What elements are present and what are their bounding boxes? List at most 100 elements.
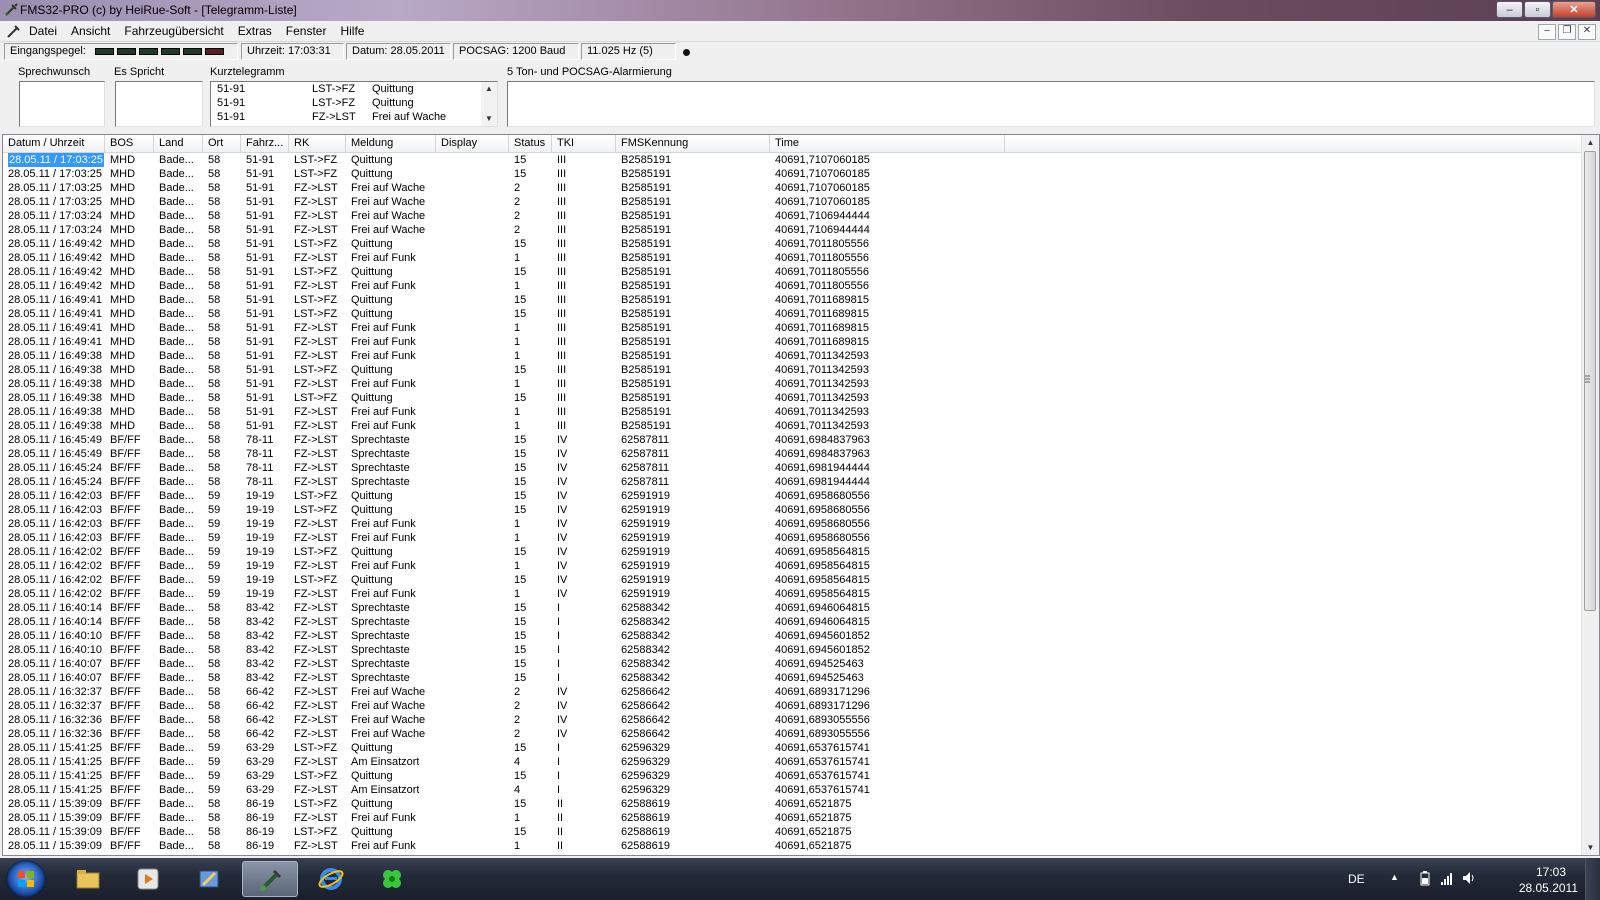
table-row[interactable]: 28.05.11 / 15:41:25 BF/FF Bade... 59 63-29 LS…	[3, 741, 1583, 755]
menu-item-1[interactable]: Ansicht	[64, 24, 117, 39]
column-header-7[interactable]: Display	[436, 135, 509, 152]
table-row[interactable]: 28.05.11 / 16:32:36 BF/FF Bade... 58 66-42 FZ…	[3, 713, 1583, 727]
table-row[interactable]: 28.05.11 / 17:03:25 MHD Bade... 58 51-91 FZ->…	[3, 181, 1583, 195]
mdi-document-icon[interactable]	[6, 24, 21, 39]
battery-icon[interactable]	[1418, 870, 1432, 886]
table-row[interactable]: 28.05.11 / 16:40:07 BF/FF Bade... 58 83-42 FZ…	[3, 657, 1583, 671]
menu-item-3[interactable]: Extras	[231, 24, 279, 39]
table-row[interactable]: 28.05.11 / 16:45:49 BF/FF Bade... 58 78-11 FZ…	[3, 433, 1583, 447]
table-row[interactable]: 28.05.11 / 15:39:09 BF/FF Bade... 58 86-19 FZ…	[3, 811, 1583, 825]
table-row[interactable]: 28.05.11 / 15:39:09 BF/FF Bade... 58 86-19 LS…	[3, 797, 1583, 811]
table-row[interactable]: 28.05.11 / 16:49:42 MHD Bade... 58 51-91 LST-…	[3, 265, 1583, 279]
table-row[interactable]: 28.05.11 / 16:49:38 MHD Bade... 58 51-91 FZ->…	[3, 377, 1583, 391]
column-header-10[interactable]: FMSKennung	[616, 135, 770, 152]
network-signal-icon[interactable]	[1440, 870, 1454, 886]
table-row[interactable]: 28.05.11 / 16:40:10 BF/FF Bade... 58 83-42 FZ…	[3, 643, 1583, 657]
kurztelegramm-list[interactable]: 51-91 LST->FZ Quittung 51-91 LST->FZ Quittung…	[210, 81, 498, 127]
table-row[interactable]: 28.05.11 / 17:03:25 MHD Bade... 58 51-91 LST-…	[3, 167, 1583, 181]
table-row[interactable]: 28.05.11 / 16:49:41 MHD Bade... 58 51-91 FZ->…	[3, 321, 1583, 335]
show-hidden-icons-icon[interactable]: ▲	[1390, 872, 1399, 882]
table-row[interactable]: 28.05.11 / 16:42:03 BF/FF Bade... 59 19-19 LS…	[3, 489, 1583, 503]
table-row[interactable]: 28.05.11 / 15:39:09 BF/FF Bade... 58 86-19 FZ…	[3, 839, 1583, 853]
table-row[interactable]: 28.05.11 / 16:40:10 BF/FF Bade... 58 83-42 FZ…	[3, 629, 1583, 643]
table-row[interactable]: 28.05.11 / 16:45:24 BF/FF Bade... 58 78-11 FZ…	[3, 461, 1583, 475]
column-header-4[interactable]: Fahrz...	[241, 135, 289, 152]
table-row[interactable]: 28.05.11 / 15:41:25 BF/FF Bade... 59 63-29 FZ…	[3, 783, 1583, 797]
scroll-down-icon[interactable]: ▼	[481, 112, 497, 126]
table-row[interactable]: 28.05.11 / 16:42:03 BF/FF Bade... 59 19-19 FZ…	[3, 517, 1583, 531]
scroll-up-icon[interactable]: ▲	[1582, 135, 1599, 150]
column-header-6[interactable]: Meldung	[346, 135, 436, 152]
table-row[interactable]: 28.05.11 / 17:03:24 MHD Bade... 58 51-91 FZ->…	[3, 223, 1583, 237]
column-header-5[interactable]: RK	[289, 135, 346, 152]
taskbar-explorer[interactable]	[60, 861, 116, 897]
table-row[interactable]: 28.05.11 / 16:42:02 BF/FF Bade... 59 19-19 FZ…	[3, 587, 1583, 601]
taskbar-clover-app[interactable]	[364, 861, 420, 897]
table-row[interactable]: 28.05.11 / 16:42:03 BF/FF Bade... 59 19-19 FZ…	[3, 531, 1583, 545]
table-row[interactable]: 28.05.11 / 16:40:07 BF/FF Bade... 58 83-42 FZ…	[3, 671, 1583, 685]
menu-item-0[interactable]: Datei	[22, 24, 64, 39]
start-button[interactable]	[6, 860, 46, 898]
table-row[interactable]: 28.05.11 / 16:49:41 MHD Bade... 58 51-91 FZ->…	[3, 335, 1583, 349]
scroll-up-icon[interactable]: ▲	[481, 82, 497, 96]
list-scrollbar[interactable]: ▲ ═ ═ ═ ▼	[1581, 135, 1599, 855]
mdi-close-button[interactable]: ✕	[1578, 24, 1596, 40]
es-spricht-box[interactable]	[115, 81, 203, 127]
table-row[interactable]: 28.05.11 / 16:49:42 MHD Bade... 58 51-91 FZ->…	[3, 251, 1583, 265]
table-row[interactable]: 28.05.11 / 16:42:02 BF/FF Bade... 59 19-19 LS…	[3, 545, 1583, 559]
menu-item-5[interactable]: Hilfe	[333, 24, 371, 39]
table-row[interactable]: 28.05.11 / 16:42:02 BF/FF Bade... 59 19-19 FZ…	[3, 559, 1583, 573]
table-row[interactable]: 28.05.11 / 17:03:24 MHD Bade... 58 51-91 FZ->…	[3, 209, 1583, 223]
table-row[interactable]: 28.05.11 / 16:40:14 BF/FF Bade... 58 83-42 FZ…	[3, 615, 1583, 629]
table-row[interactable]: 28.05.11 / 16:49:38 MHD Bade... 58 51-91 LST-…	[3, 391, 1583, 405]
column-header-2[interactable]: Land	[154, 135, 203, 152]
table-row[interactable]: 28.05.11 / 16:42:02 BF/FF Bade... 59 19-19 LS…	[3, 573, 1583, 587]
table-row[interactable]: 28.05.11 / 17:03:25 MHD Bade... 58 51-91 FZ->…	[3, 195, 1583, 209]
show-desktop-button[interactable]	[1585, 858, 1600, 900]
table-row[interactable]: 28.05.11 / 16:49:38 MHD Bade... 58 51-91 FZ->…	[3, 349, 1583, 363]
mdi-restore-button[interactable]: ❐	[1558, 24, 1576, 40]
alarmierung-box[interactable]	[507, 81, 1595, 127]
taskbar-internet-explorer[interactable]	[303, 861, 359, 897]
language-indicator[interactable]: DE	[1348, 872, 1365, 886]
menu-item-2[interactable]: Fahrzeugübersicht	[117, 24, 230, 39]
column-header-0[interactable]: Datum / Uhrzeit	[3, 135, 105, 152]
table-row[interactable]: 28.05.11 / 16:42:03 BF/FF Bade... 59 19-19 LS…	[3, 503, 1583, 517]
scroll-down-icon[interactable]: ▼	[1582, 840, 1599, 855]
column-header-11[interactable]: Time	[770, 135, 1005, 152]
table-row[interactable]: 28.05.11 / 15:41:25 BF/FF Bade... 59 63-29 LS…	[3, 769, 1583, 783]
table-row[interactable]: 28.05.11 / 16:49:38 MHD Bade... 58 51-91 FZ->…	[3, 419, 1583, 433]
table-row[interactable]: 28.05.11 / 16:40:14 BF/FF Bade... 58 83-42 FZ…	[3, 601, 1583, 615]
taskbar-media-player[interactable]	[120, 861, 176, 897]
table-row[interactable]: 28.05.11 / 16:49:38 MHD Bade... 58 51-91 LST-…	[3, 363, 1583, 377]
kurztelegramm-scrollbar[interactable]: ▲ ▼	[481, 82, 497, 126]
title-bar[interactable]: FMS32-PRO (c) by HeiRue-Soft - [Telegram…	[0, 0, 1600, 21]
column-header-8[interactable]: Status	[509, 135, 552, 152]
sprechwunsch-box[interactable]	[19, 81, 105, 127]
telegramm-list[interactable]: Datum / Uhrzeit BOS Land Ort Fahrz... RK Meldu…	[2, 134, 1600, 856]
table-row[interactable]: 28.05.11 / 16:32:37 BF/FF Bade... 58 66-42 FZ…	[3, 685, 1583, 699]
close-button[interactable]: ✕	[1552, 1, 1596, 18]
table-row[interactable]: 28.05.11 / 16:32:37 BF/FF Bade... 58 66-42 FZ…	[3, 699, 1583, 713]
table-row[interactable]: 28.05.11 / 16:49:38 MHD Bade... 58 51-91 FZ->…	[3, 405, 1583, 419]
clock-date[interactable]: 28.05.2011	[1519, 881, 1578, 895]
table-row[interactable]: 28.05.11 / 15:39:09 BF/FF Bade... 58 86-19 LS…	[3, 825, 1583, 839]
menu-item-4[interactable]: Fenster	[279, 24, 334, 39]
table-row[interactable]: 28.05.11 / 16:32:36 BF/FF Bade... 58 66-42 FZ…	[3, 727, 1583, 741]
table-row[interactable]: 28.05.11 / 16:45:49 BF/FF Bade... 58 78-11 FZ…	[3, 447, 1583, 461]
table-row[interactable]: 28.05.11 / 16:49:42 MHD Bade... 58 51-91 LST-…	[3, 237, 1583, 251]
minimize-button[interactable]: –	[1496, 1, 1523, 18]
taskbar-fms32-pro[interactable]	[242, 861, 298, 897]
table-row[interactable]: 28.05.11 / 16:49:41 MHD Bade... 58 51-91 LST-…	[3, 307, 1583, 321]
table-row[interactable]: 28.05.11 / 16:49:42 MHD Bade... 58 51-91 FZ->…	[3, 279, 1583, 293]
table-row[interactable]: 28.05.11 / 17:03:25 MHD Bade... 58 51-91 LST-…	[3, 153, 1583, 167]
column-header-3[interactable]: Ort	[203, 135, 241, 152]
column-header-1[interactable]: BOS	[105, 135, 154, 152]
maximize-button[interactable]: ▫	[1524, 1, 1551, 18]
table-row[interactable]: 28.05.11 / 16:45:24 BF/FF Bade... 58 78-11 FZ…	[3, 475, 1583, 489]
column-header-9[interactable]: TKI	[552, 135, 616, 152]
table-row[interactable]: 28.05.11 / 16:49:41 MHD Bade... 58 51-91 LST-…	[3, 293, 1583, 307]
volume-icon[interactable]	[1462, 870, 1476, 886]
table-row[interactable]: 28.05.11 / 15:41:25 BF/FF Bade... 59 63-29 FZ…	[3, 755, 1583, 769]
clock-time[interactable]: 17:03	[1536, 865, 1566, 879]
